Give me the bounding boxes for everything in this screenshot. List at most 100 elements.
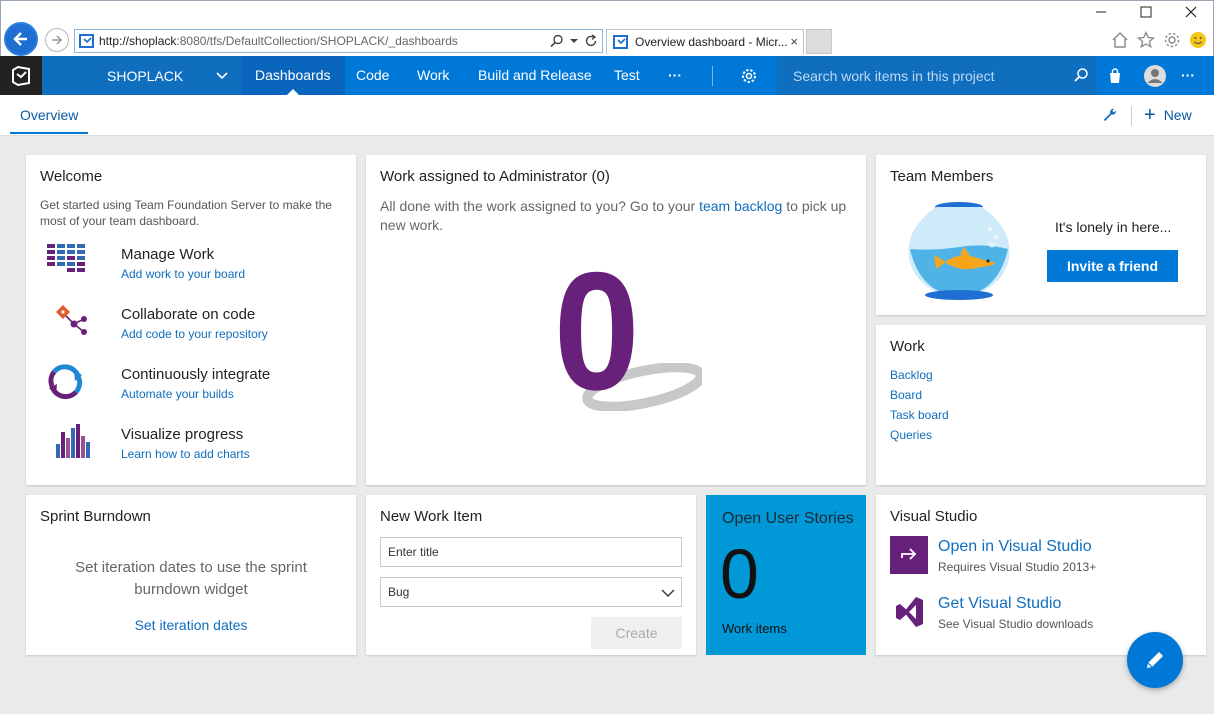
back-arrow-icon bbox=[13, 32, 27, 46]
nav-more[interactable]: ··· bbox=[654, 56, 696, 95]
team-members-widget: Team Members It's lonely in here... Invi… bbox=[876, 155, 1206, 315]
add-work-link[interactable]: Add work to your board bbox=[121, 267, 245, 281]
widget-title: Welcome bbox=[40, 168, 103, 185]
welcome-intro: Get started using Team Foundation Server… bbox=[40, 198, 332, 228]
widget-title: Visual Studio bbox=[890, 508, 978, 525]
sprint-burndown-widget: Sprint Burndown Set iteration dates to u… bbox=[26, 495, 356, 655]
title-input[interactable]: Enter title bbox=[380, 537, 682, 567]
chevron-down-icon bbox=[661, 589, 675, 597]
marketplace-button[interactable] bbox=[1100, 56, 1130, 95]
set-iteration-dates-link[interactable]: Set iteration dates bbox=[26, 617, 356, 633]
dropdown-arrow-icon[interactable] bbox=[570, 37, 578, 45]
url-path: :8080/tfs/DefaultCollection/SHOPLACK/_da… bbox=[176, 34, 458, 48]
back-button[interactable] bbox=[4, 22, 38, 56]
new-work-item-widget: New Work Item Enter title Bug Create bbox=[366, 495, 696, 655]
selected-type: Bug bbox=[388, 585, 410, 599]
tab-favicon-icon bbox=[613, 35, 628, 49]
open-in-vs-row: Open in Visual Studio Requires Visual St… bbox=[890, 536, 1190, 580]
visual-studio-logo-icon bbox=[896, 597, 923, 627]
automate-builds-link[interactable]: Automate your builds bbox=[121, 387, 234, 401]
stories-sub: Work items bbox=[722, 621, 787, 636]
assigned-count: 0 bbox=[553, 237, 640, 425]
forward-button[interactable] bbox=[45, 28, 69, 52]
create-button[interactable]: Create bbox=[591, 617, 682, 649]
work-links-list: Backlog Board Task board Queries bbox=[890, 365, 949, 445]
work-item-search[interactable]: Search work items in this project bbox=[777, 56, 1097, 95]
widget-title: Work assigned to Administrator (0) bbox=[380, 168, 610, 185]
widget-title: Open User Stories bbox=[722, 510, 854, 527]
add-charts-link[interactable]: Learn how to add charts bbox=[121, 447, 250, 461]
more-menu[interactable]: ··· bbox=[1177, 56, 1199, 95]
welcome-item-title: Visualize progress bbox=[121, 426, 244, 443]
project-selector[interactable]: SHOPLACK bbox=[42, 56, 241, 95]
tfs-logo[interactable] bbox=[0, 56, 42, 95]
chevron-down-icon bbox=[216, 72, 228, 80]
get-vs-link[interactable]: Get Visual Studio bbox=[938, 595, 1061, 613]
wrench-icon[interactable] bbox=[1102, 107, 1118, 123]
nav-code[interactable]: Code bbox=[342, 56, 403, 95]
project-name: SHOPLACK bbox=[107, 67, 184, 84]
favorites-star-icon[interactable] bbox=[1137, 31, 1155, 49]
open-in-vs-link[interactable]: Open in Visual Studio bbox=[938, 538, 1092, 556]
nav-build-and-release[interactable]: Build and Release bbox=[464, 56, 606, 95]
nav-divider bbox=[712, 66, 713, 86]
minimize-icon[interactable] bbox=[1086, 5, 1116, 21]
welcome-item-title: Collaborate on code bbox=[121, 306, 256, 323]
plus-icon: + bbox=[1144, 104, 1156, 126]
add-code-link[interactable]: Add code to your repository bbox=[121, 327, 268, 341]
widget-title: Work bbox=[890, 338, 925, 355]
home-icon[interactable] bbox=[1111, 31, 1129, 49]
open-in-vs-icon bbox=[890, 536, 928, 574]
forward-arrow-icon bbox=[52, 35, 63, 45]
backlog-link[interactable]: Backlog bbox=[890, 365, 949, 385]
search-icon[interactable] bbox=[550, 34, 564, 48]
nav-test[interactable]: Test bbox=[600, 56, 654, 95]
tab-overview[interactable]: Overview bbox=[10, 95, 89, 134]
new-dashboard-button[interactable]: + New bbox=[1144, 95, 1192, 136]
widget-title: Sprint Burndown bbox=[40, 508, 151, 525]
shopping-bag-icon bbox=[1110, 67, 1120, 83]
task-board-link[interactable]: Task board bbox=[890, 405, 949, 425]
address-bar[interactable]: http://shoplack:8080/tfs/DefaultCollecti… bbox=[74, 29, 603, 53]
queries-link[interactable]: Queries bbox=[890, 425, 949, 445]
search-placeholder: Search work items in this project bbox=[793, 67, 995, 84]
open-user-stories-widget[interactable]: Open User Stories 0 Work items bbox=[706, 495, 866, 655]
new-tab-button[interactable] bbox=[806, 29, 832, 54]
pencil-icon bbox=[1147, 652, 1163, 668]
invite-friend-button[interactable]: Invite a friend bbox=[1047, 250, 1178, 282]
nav-work[interactable]: Work bbox=[403, 56, 463, 95]
widget-title: Team Members bbox=[890, 168, 994, 185]
lonely-message: It's lonely in here... bbox=[1055, 219, 1172, 235]
welcome-widget: Welcome Get started using Team Foundatio… bbox=[26, 155, 356, 485]
fishbowl-icon bbox=[908, 202, 1010, 300]
welcome-item-manage-work: Manage Work Add work to your board bbox=[26, 242, 346, 286]
settings-gear-icon[interactable] bbox=[1163, 31, 1181, 49]
sprint-message: Set iteration dates to use the sprint bu… bbox=[75, 559, 307, 598]
maximize-icon[interactable] bbox=[1131, 5, 1161, 21]
board-icon bbox=[47, 244, 85, 272]
admin-settings-button[interactable] bbox=[734, 56, 764, 95]
subheader-divider bbox=[1131, 106, 1132, 126]
browser-chrome: http://shoplack:8080/tfs/DefaultCollecti… bbox=[0, 0, 1214, 56]
page-favicon-icon bbox=[79, 34, 94, 48]
search-icon[interactable] bbox=[1073, 67, 1089, 83]
edit-dashboard-button[interactable] bbox=[1127, 632, 1183, 688]
nav-dashboards[interactable]: Dashboards bbox=[241, 56, 345, 95]
close-window-icon[interactable] bbox=[1176, 5, 1206, 21]
team-backlog-link[interactable]: team backlog bbox=[699, 198, 782, 214]
stories-count: 0 bbox=[720, 535, 759, 613]
avatar-icon bbox=[1144, 64, 1166, 87]
board-link[interactable]: Board bbox=[890, 385, 949, 405]
tab-title: Overview dashboard - Micr... bbox=[635, 35, 787, 49]
tfs-header: SHOPLACK Dashboards Code Work Build and … bbox=[0, 56, 1214, 95]
refresh-icon[interactable] bbox=[584, 34, 598, 48]
feedback-smiley-icon[interactable] bbox=[1189, 31, 1207, 49]
welcome-item-collaborate: Collaborate on code Add code to your rep… bbox=[26, 302, 346, 346]
work-item-type-select[interactable]: Bug bbox=[380, 577, 682, 607]
get-vs-row: Get Visual Studio See Visual Studio down… bbox=[890, 593, 1190, 637]
browser-tab[interactable]: Overview dashboard - Micr... × bbox=[606, 29, 804, 54]
user-avatar[interactable] bbox=[1140, 56, 1170, 95]
open-in-vs-sub: Requires Visual Studio 2013+ bbox=[938, 560, 1097, 574]
tfs-logo-icon bbox=[12, 65, 30, 86]
tab-close-icon[interactable]: × bbox=[790, 34, 798, 49]
